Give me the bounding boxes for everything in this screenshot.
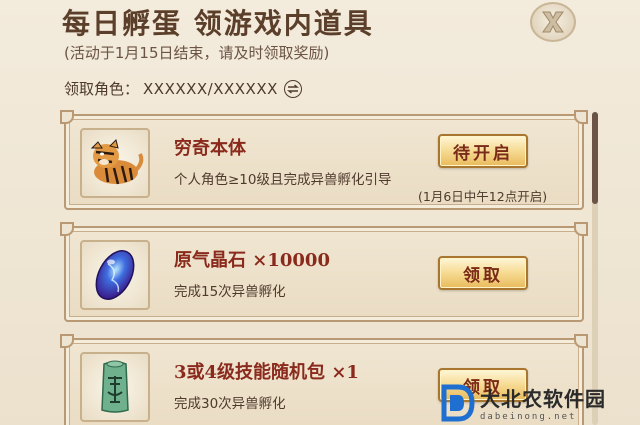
tiger-beast-icon [90,139,144,185]
jade-seal-icon [101,360,129,413]
reward-name: 穷奇本体 [174,138,246,159]
watermark-text: 大北农软件园 [480,387,606,411]
reward-item-frame[interactable] [80,128,150,198]
reward-name: 3或4级技能随机包 ×1 [174,362,359,383]
event-deadline-note: (活动于1月15日结束，请及时领取奖励) [64,44,330,62]
reward-condition: 完成15次异兽孵化 [174,284,286,300]
close-button[interactable] [530,2,576,42]
reward-item-frame[interactable] [80,240,150,310]
scroll-thumb[interactable] [592,112,598,204]
site-logo-icon [441,384,475,421]
claim-button[interactable]: 领取 [438,256,528,290]
page-title: 每日孵蛋 领游戏内道具 [62,7,374,40]
reward-card-1: 穷奇本体 个人角色≥10级且完成异兽孵化引导 待开启 (1月6日中午12点开启) [60,110,588,210]
role-selector: 领取角色： XXXXXX/XXXXXX [64,78,302,99]
reward-list: 穷奇本体 个人角色≥10级且完成异兽孵化引导 待开启 (1月6日中午12点开启) [60,110,588,425]
role-label: 领取角色： [64,80,140,98]
pending-button[interactable]: 待开启 [438,134,528,168]
reward-item-frame[interactable] [80,352,150,422]
blue-crystal-icon [95,250,135,300]
switch-arrows-icon[interactable] [283,79,302,98]
close-x-icon [542,11,564,33]
site-watermark: 大北农软件园 dabeinong.net [440,380,640,425]
unlock-time-note: (1月6日中午12点开启) [418,189,548,204]
reward-name: 原气晶石 ×10000 [174,250,330,271]
reward-card-2: 原气晶石 ×10000 完成15次异兽孵化 领取 [60,222,588,322]
scrollbar[interactable] [592,112,598,425]
reward-condition: 完成30次异兽孵化 [174,396,286,412]
role-value: XXXXXX/XXXXXX [143,79,278,98]
event-panel: 每日孵蛋 领游戏内道具 (活动于1月15日结束，请及时领取奖励) 领取角色： X… [0,0,640,425]
reward-condition: 个人角色≥10级且完成异兽孵化引导 [174,172,392,188]
watermark-domain: dabeinong.net [480,412,577,422]
